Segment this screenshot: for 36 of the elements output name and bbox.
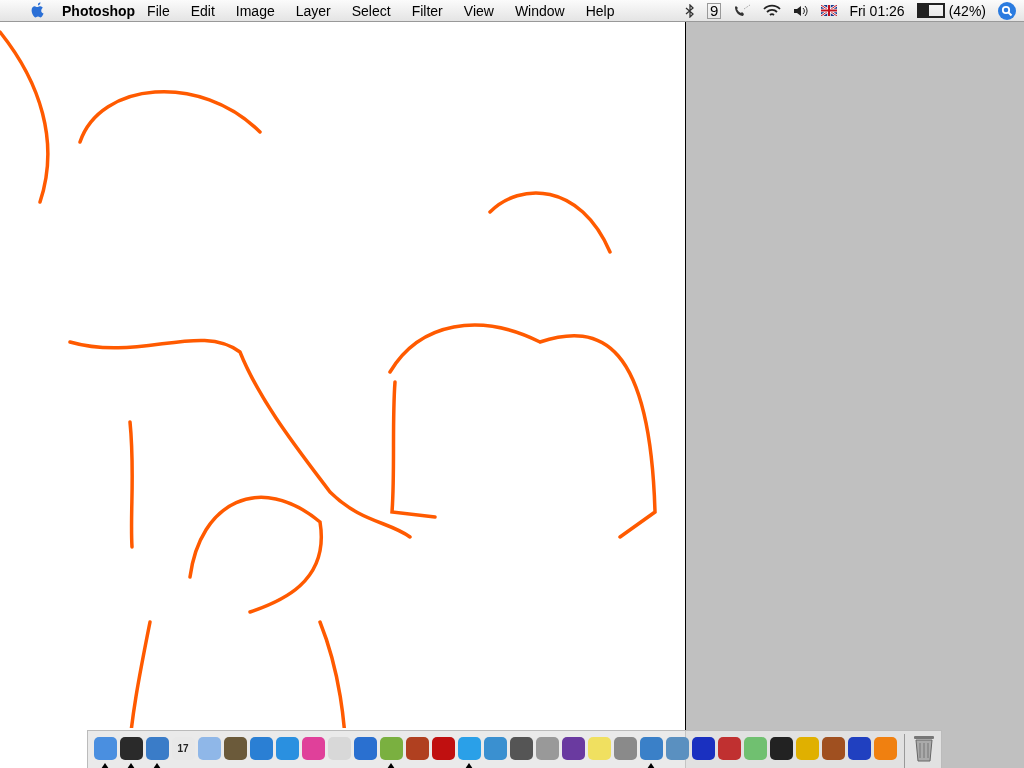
running-indicator: [647, 763, 655, 768]
running-indicator: [153, 763, 161, 768]
running-indicator: [127, 763, 135, 768]
wifi-icon[interactable]: [763, 3, 782, 18]
app-icon[interactable]: [223, 737, 247, 760]
app-icon[interactable]: [847, 737, 871, 760]
app-icon[interactable]: [769, 737, 793, 760]
status-glyph[interactable]: 9: [707, 2, 722, 19]
menu-item[interactable]: View: [463, 2, 494, 19]
menu-item[interactable]: Filter: [411, 2, 443, 19]
battery-reading[interactable]: (42%): [948, 2, 986, 19]
uk-flag-icon[interactable]: [821, 5, 838, 16]
menu-item[interactable]: Select: [351, 2, 391, 19]
app-icon[interactable]: [119, 737, 143, 760]
app-name-menu[interactable]: Photoshop: [62, 2, 136, 19]
app-icon[interactable]: [509, 737, 533, 760]
trash-icon[interactable]: [913, 734, 935, 762]
apple-logo-icon[interactable]: [30, 1, 46, 20]
menu-item[interactable]: Layer: [295, 2, 331, 19]
phone-icon[interactable]: [733, 3, 752, 18]
bluetooth-icon[interactable]: [685, 3, 696, 18]
battery-icon[interactable]: [916, 3, 945, 18]
menu-item[interactable]: File: [147, 2, 170, 19]
search-icon[interactable]: [998, 1, 1016, 20]
menu-item[interactable]: Help: [585, 2, 615, 19]
running-indicator: [387, 763, 395, 768]
volume-icon[interactable]: [793, 3, 810, 18]
clock[interactable]: Fri 01:26: [849, 2, 905, 19]
app-icon[interactable]: [691, 737, 715, 760]
app-icon[interactable]: [431, 737, 455, 760]
menu-item[interactable]: Window: [514, 2, 565, 19]
running-indicator: [101, 763, 109, 768]
running-indicator: [465, 763, 473, 768]
menu-item[interactable]: Edit: [190, 2, 215, 19]
menu-item[interactable]: Image: [235, 2, 275, 19]
app-icon[interactable]: [561, 737, 585, 760]
